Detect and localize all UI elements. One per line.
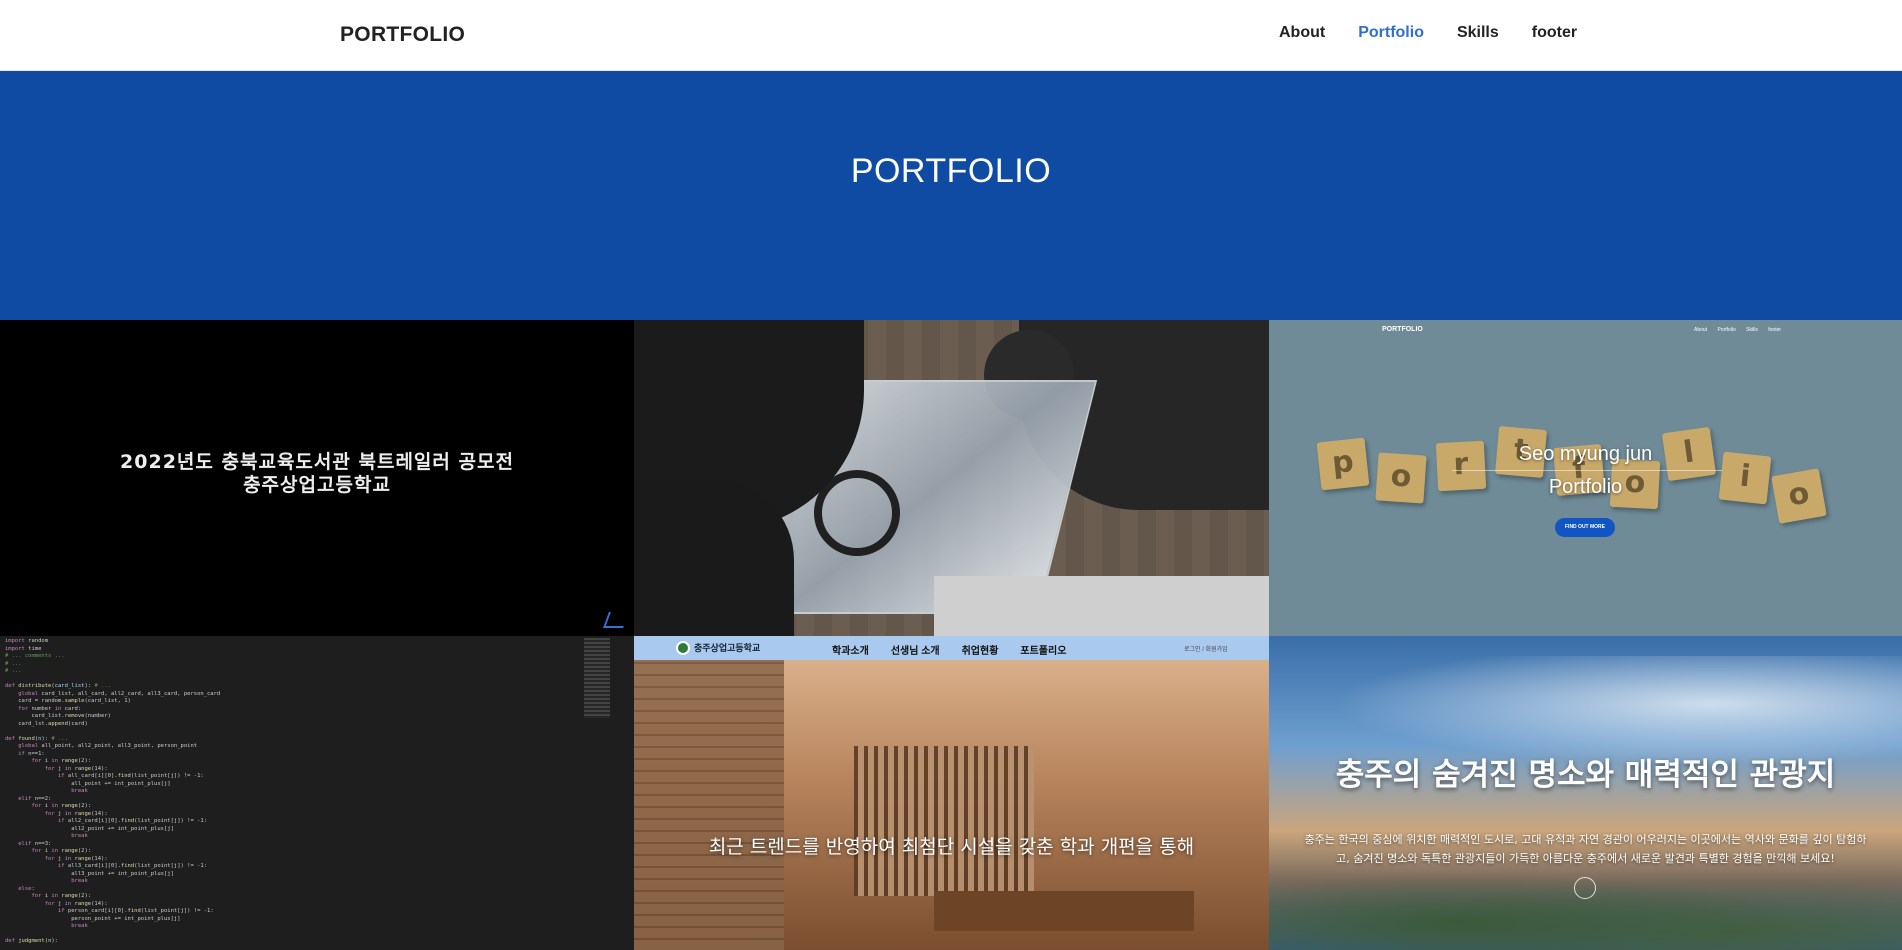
school-menu-item: 학과소개 xyxy=(832,646,869,657)
portfolio-item-chungju-tourism[interactable]: 충주의 숨겨진 명소와 매력적인 관광지 충주는 한국의 중심에 위치한 매력적… xyxy=(1269,636,1902,950)
brick-wall xyxy=(634,660,784,950)
portfolio-item-school-site[interactable]: 충주상업고등학교 학과소개 선생님 소개 취업현황 포트폴리오 로그인 / 회원… xyxy=(634,636,1269,950)
lake-islands xyxy=(1269,860,1902,950)
photo-floor xyxy=(934,576,1269,636)
book-trailer-title: 2022년도 충북교육도서관 북트레일러 공모전 충주상업고등학교 xyxy=(120,451,514,496)
corner-logo-icon xyxy=(603,612,629,628)
school-logo-text: 충주상업고등학교 xyxy=(694,643,761,653)
code-editor-content: import random import time # ... comments… xyxy=(5,638,221,944)
nav-link-footer[interactable]: footer xyxy=(1532,24,1577,42)
brand-logo[interactable]: PORTFOLIO xyxy=(340,23,465,47)
navbar: PORTFOLIO About Portfolio Skills footer xyxy=(0,0,1902,71)
photo-arm xyxy=(634,480,794,636)
library-table xyxy=(934,891,1194,931)
school-menu-item: 선생님 소개 xyxy=(890,646,940,657)
portfolio-site-title-line1: Seo myung jun xyxy=(1518,443,1653,465)
hero-section: PORTFOLIO xyxy=(0,71,1902,320)
scroll-down-icon xyxy=(1574,877,1596,899)
portfolio-item-hardware-photo[interactable] xyxy=(634,320,1269,636)
school-site-header: 충주상업고등학교 학과소개 선생님 소개 취업현황 포트폴리오 로그인 / 회원… xyxy=(634,636,1269,660)
portfolio-item-book-trailer[interactable]: 2022년도 충북교육도서관 북트레일러 공모전 충주상업고등학교 xyxy=(0,320,634,636)
portfolio-site-title: Seo myung jun Portfolio xyxy=(1269,438,1902,504)
school-menu-item: 취업현황 xyxy=(961,646,999,657)
mini-brand: PORTFOLIO xyxy=(1382,326,1423,333)
school-logo-icon xyxy=(676,641,690,655)
find-out-more-button[interactable]: FIND OUT MORE xyxy=(1555,518,1615,537)
school-login-link: 로그인 / 회원가입 xyxy=(1184,647,1228,653)
title-divider xyxy=(1452,470,1722,471)
code-minimap xyxy=(584,638,610,718)
page-title: PORTFOLIO xyxy=(850,152,1052,190)
nav-link-portfolio[interactable]: Portfolio xyxy=(1358,24,1424,42)
tourism-heading: 충주의 숨겨진 명소와 매력적인 관광지 xyxy=(1335,757,1836,793)
portfolio-site-title-line2: Portfolio xyxy=(1548,476,1623,498)
portfolio-item-portfolio-site[interactable]: PORTFOLIO About Portfolio Skills footer … xyxy=(1269,320,1902,636)
nav-links: About Portfolio Skills footer xyxy=(1279,24,1610,42)
nav-link-skills[interactable]: Skills xyxy=(1457,24,1499,42)
portfolio-grid: 2022년도 충북교육도서관 북트레일러 공모전 충주상업고등학교 PORTFO… xyxy=(0,320,1902,950)
school-menu-item: 포트폴리오 xyxy=(1020,646,1067,657)
nav-link-about[interactable]: About xyxy=(1279,24,1325,42)
school-site-menu: 학과소개 선생님 소개 취업현황 포트폴리오 xyxy=(832,642,1088,657)
portfolio-item-python-code[interactable]: import random import time # ... comments… xyxy=(0,636,634,950)
mini-nav-links: About Portfolio Skills footer xyxy=(1694,327,1782,333)
school-site-caption: 최근 트렌드를 반영하여 최첨단 시설을 갖춘 학과 개편을 통해 xyxy=(708,836,1195,858)
bookshelf xyxy=(854,746,1034,896)
mini-navbar: PORTFOLIO About Portfolio Skills footer xyxy=(1269,320,1902,344)
tourism-description: 충주는 한국의 중심에 위치한 매력적인 도시로, 고대 유적과 자연 경관이 … xyxy=(1304,833,1867,865)
